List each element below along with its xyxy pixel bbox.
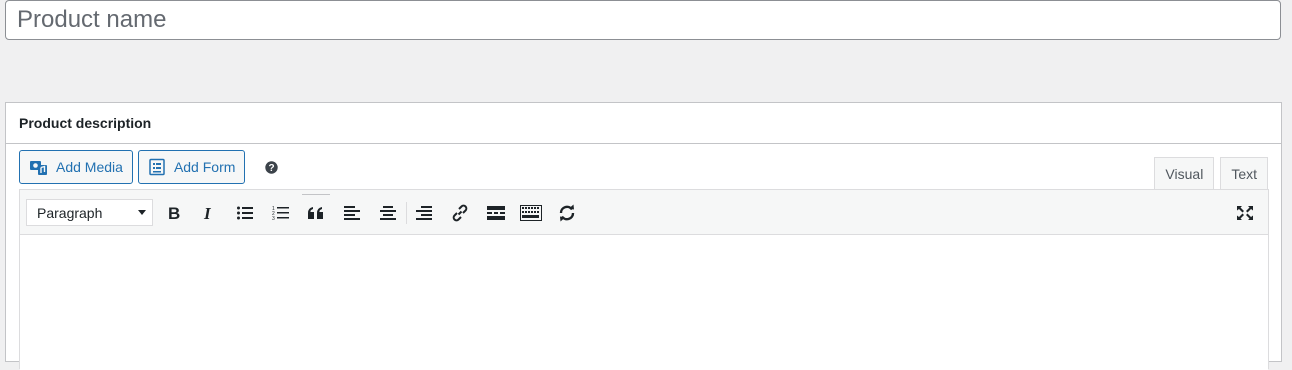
link-icon[interactable] xyxy=(449,202,471,224)
blockquote-icon[interactable] xyxy=(305,202,327,224)
toolbar-separator xyxy=(406,202,407,224)
add-form-button[interactable]: Add Form xyxy=(137,150,246,184)
svg-text:B: B xyxy=(168,205,180,221)
format-select[interactable]: Paragraph xyxy=(26,199,153,226)
form-icon xyxy=(149,158,165,176)
toolbar-highlight xyxy=(302,194,330,195)
align-left-icon[interactable] xyxy=(341,202,363,224)
toolbar-toggle-icon[interactable] xyxy=(520,202,542,224)
postbox-title: Product description xyxy=(19,115,152,131)
editor-tabs: Visual Text xyxy=(1148,157,1268,190)
tab-text[interactable]: Text xyxy=(1220,157,1268,189)
bulleted-list-icon[interactable] xyxy=(234,202,256,224)
add-media-label: Add Media xyxy=(56,159,123,175)
fullscreen-icon[interactable] xyxy=(1234,202,1256,224)
svg-text:3: 3 xyxy=(272,216,275,221)
numbered-list-icon[interactable]: 1 2 3 xyxy=(270,202,292,224)
postbox-header: Product description xyxy=(6,103,1281,144)
add-media-button[interactable]: Add Media xyxy=(19,150,133,184)
read-more-icon[interactable] xyxy=(485,202,507,224)
editor: Paragraph B I 1 2 3 xyxy=(19,189,1269,370)
refresh-icon[interactable] xyxy=(556,202,578,224)
chevron-down-icon xyxy=(138,210,146,215)
editor-content-area[interactable] xyxy=(20,235,1268,370)
align-right-icon[interactable] xyxy=(413,202,435,224)
align-center-icon[interactable] xyxy=(377,202,399,224)
italic-icon[interactable]: I xyxy=(198,202,220,224)
format-select-value: Paragraph xyxy=(37,204,103,221)
tab-visual[interactable]: Visual xyxy=(1154,157,1215,190)
editor-toolbar: Paragraph B I 1 2 3 xyxy=(20,190,1268,235)
media-buttons: Add Media Add Form ? xyxy=(19,150,278,184)
add-form-label: Add Form xyxy=(173,159,236,175)
product-description-box: Product description Add Media Add Form ?… xyxy=(5,102,1282,370)
product-name-input[interactable] xyxy=(5,0,1281,40)
help-icon[interactable]: ? xyxy=(264,160,278,174)
media-icon xyxy=(30,161,47,175)
bold-icon[interactable]: B xyxy=(163,202,185,224)
svg-text:I: I xyxy=(203,205,212,221)
svg-text:?: ? xyxy=(268,163,274,174)
